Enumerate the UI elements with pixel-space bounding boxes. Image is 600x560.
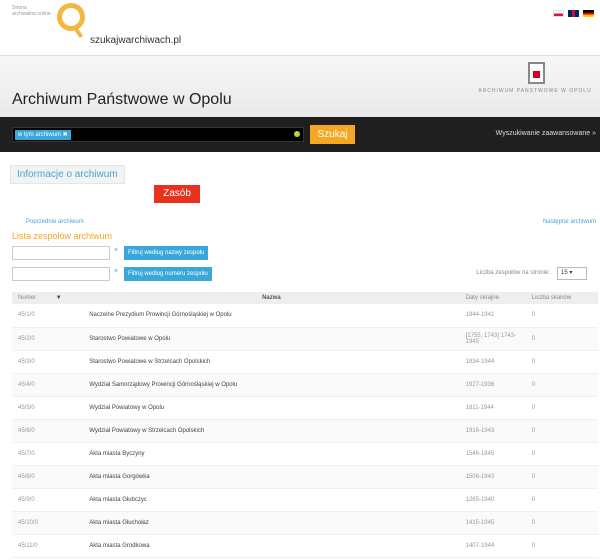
table-row[interactable]: 45/8/0 Akta miasta Gorgówka 1506-1943 0 bbox=[12, 465, 598, 489]
cell-scans: 0 bbox=[525, 350, 598, 374]
portal-small-text: Strona archiwalna online bbox=[12, 5, 51, 17]
filter-name-input[interactable] bbox=[12, 246, 110, 260]
cell-scans: 0 bbox=[525, 396, 598, 420]
archive-emblem-icon bbox=[528, 62, 545, 84]
cell-number: 45/4/0 bbox=[12, 373, 84, 397]
prev-archive-link[interactable]: Poprzednie archiwum bbox=[26, 219, 84, 225]
cell-scans: 0 bbox=[525, 534, 598, 558]
tab-zasob[interactable]: Zasób bbox=[154, 185, 200, 203]
cell-scans: 0 bbox=[525, 465, 598, 489]
filter-name-row: × Filtruj według nazwy zespołu bbox=[0, 245, 600, 262]
table-row[interactable]: 45/11/0 Akta miasta Grodkowa 1407-1944 0 bbox=[12, 534, 598, 558]
cell-dates: 1844-1941 bbox=[459, 304, 526, 328]
table-row[interactable]: 45/4/0 Wydział Samorządowy Prowincji Górn… bbox=[12, 373, 598, 397]
cell-number: 45/6/0 bbox=[12, 419, 84, 443]
cell-dates: 1506-1943 bbox=[459, 465, 526, 489]
clear-number-filter-icon[interactable]: × bbox=[114, 268, 118, 275]
cell-name[interactable]: Akta miasta Byczyny bbox=[83, 442, 460, 466]
column-header-scans[interactable]: Liczba skanów bbox=[525, 292, 598, 304]
cell-scans: 0 bbox=[525, 442, 598, 466]
per-page-label: Liczba zespołów na stronie: bbox=[476, 270, 550, 276]
cell-scans: 0 bbox=[525, 511, 598, 535]
flag-en-icon[interactable] bbox=[568, 10, 579, 17]
cell-scans: 0 bbox=[525, 373, 598, 397]
column-header-dates[interactable]: Daty skrajne bbox=[459, 292, 526, 304]
tab-archive-info[interactable]: Informacje o archiwum bbox=[10, 165, 125, 184]
cell-scans: 0 bbox=[525, 327, 598, 351]
cell-dates: 1916-1943 bbox=[459, 419, 526, 443]
cell-name[interactable]: Starostwo Powiatowe w Opolu bbox=[83, 327, 460, 351]
next-archive-link[interactable]: Następne archiwum bbox=[543, 219, 596, 225]
cell-number: 45/2/0 bbox=[12, 327, 84, 351]
cell-number: 45/10/0 bbox=[12, 511, 84, 535]
flag-pl-icon[interactable] bbox=[553, 10, 564, 17]
cell-dates: 1265-1940 bbox=[459, 488, 526, 512]
filter-by-number-button[interactable]: Filtruj według numeru zespołu bbox=[124, 267, 212, 281]
archive-logo-text: ARCHIWUM PAŃSTWOWE W OPOLU bbox=[478, 88, 592, 94]
cell-name[interactable]: Akta miasta Głubczyc bbox=[83, 488, 460, 512]
archive-title: Archiwum Państwowe w Opolu bbox=[12, 91, 232, 108]
cell-number: 45/9/0 bbox=[12, 488, 84, 512]
clear-name-filter-icon[interactable]: × bbox=[114, 247, 118, 254]
cell-scans: 0 bbox=[525, 488, 598, 512]
archive-nav: Poprzednie archiwum Następne archiwum bbox=[0, 214, 600, 235]
table-row[interactable]: 45/1/0 Naczelne Prezydium Prowincji Górno… bbox=[12, 304, 598, 328]
filter-number-input[interactable] bbox=[12, 267, 110, 281]
search-bar: w tym archiwum ✖ Szukaj Wyszukiwanie zaa… bbox=[0, 117, 600, 152]
cell-name[interactable]: Naczelne Prezydium Prowincji Górnośląski… bbox=[83, 304, 460, 328]
cell-name[interactable]: Starostwo Powiatowe w Strzelcach Opolski… bbox=[83, 350, 460, 374]
language-switcher bbox=[553, 10, 594, 17]
cell-number: 45/5/0 bbox=[12, 396, 84, 420]
site-logo-icon[interactable] bbox=[57, 3, 85, 31]
flag-de-icon[interactable] bbox=[583, 10, 594, 17]
cell-dates: 1546-1845 bbox=[459, 442, 526, 466]
cell-number: 45/11/0 bbox=[12, 534, 84, 558]
search-button[interactable]: Szukaj bbox=[310, 125, 355, 144]
filter-number-row: × Filtruj według numeru zespołu Liczba z… bbox=[0, 266, 600, 283]
per-page-select[interactable]: 15 ▾ bbox=[557, 267, 587, 280]
table-row[interactable]: 45/10/0 Akta miasta Głuchołaz 1415-1945 0 bbox=[12, 511, 598, 535]
table-row[interactable]: 45/2/0 Starostwo Powiatowe w Opolu [1755, … bbox=[12, 327, 598, 351]
cell-name[interactable]: Akta miasta Głuchołaz bbox=[83, 511, 460, 535]
table-row[interactable]: 45/7/0 Akta miasta Byczyny 1546-1845 0 bbox=[12, 442, 598, 466]
cell-name[interactable]: Wydział Samorządowy Prowincji Górnośląsk… bbox=[83, 373, 460, 397]
archive-header: Archiwum Państwowe w Opolu ARCHIWUM PAŃS… bbox=[0, 55, 600, 117]
cell-dates: 1415-1945 bbox=[459, 511, 526, 535]
archive-tabs: Informacje o archiwum Zasób bbox=[0, 152, 600, 203]
cell-number: 45/7/0 bbox=[12, 442, 84, 466]
cell-scans: 0 bbox=[525, 419, 598, 443]
cell-dates: 1407-1944 bbox=[459, 534, 526, 558]
search-input[interactable]: w tym archiwum ✖ bbox=[12, 127, 304, 142]
cell-name[interactable]: Wydział Powiatowy w Strzelcach Opolskich bbox=[83, 419, 460, 443]
site-name[interactable]: szukajwarchiwach.pl bbox=[90, 35, 181, 46]
search-scope-tag[interactable]: w tym archiwum ✖ bbox=[15, 130, 71, 140]
cell-number: 45/1/0 bbox=[12, 304, 84, 328]
cell-dates: 1927-1936 bbox=[459, 373, 526, 397]
fonds-table: Numer ▼ Nazwa Daty skrajne Liczba skanów… bbox=[12, 292, 598, 558]
table-header-row: Numer ▼ Nazwa Daty skrajne Liczba skanów bbox=[12, 292, 598, 304]
column-header-number[interactable]: Numer ▼ bbox=[12, 292, 84, 304]
table-row[interactable]: 45/3/0 Starostwo Powiatowe w Strzelcach O… bbox=[12, 350, 598, 374]
sort-down-icon[interactable]: ▼ bbox=[56, 295, 62, 301]
column-header-name[interactable]: Nazwa bbox=[83, 292, 460, 304]
top-header: Strona archiwalna online szukajwarchiwac… bbox=[0, 0, 600, 55]
cell-number: 45/3/0 bbox=[12, 350, 84, 374]
cell-dates: 1811-1944 bbox=[459, 396, 526, 420]
table-row[interactable]: 45/9/0 Akta miasta Głubczyc 1265-1940 0 bbox=[12, 488, 598, 512]
table-row[interactable]: 45/6/0 Wydział Powiatowy w Strzelcach Opo… bbox=[12, 419, 598, 443]
cell-scans: 0 bbox=[525, 304, 598, 328]
cell-dates: [1755, 1743] 1743-1945 bbox=[459, 327, 526, 351]
filter-by-name-button[interactable]: Filtruj według nazwy zespołu bbox=[124, 246, 209, 260]
table-row[interactable]: 45/5/0 Wydział Powiatowy w Opolu 1811-1944… bbox=[12, 396, 598, 420]
cell-name[interactable]: Akta miasta Gorgówka bbox=[83, 465, 460, 489]
cell-number: 45/8/0 bbox=[12, 465, 84, 489]
cell-name[interactable]: Akta miasta Grodkowa bbox=[83, 534, 460, 558]
column-header-number-label: Numer bbox=[18, 295, 37, 301]
advanced-search-link[interactable]: Wyszukiwanie zaawansowane » bbox=[496, 130, 596, 137]
cell-name[interactable]: Wydział Powiatowy w Opolu bbox=[83, 396, 460, 420]
cell-dates: 1834-1944 bbox=[459, 350, 526, 374]
search-status-icon bbox=[294, 131, 300, 137]
